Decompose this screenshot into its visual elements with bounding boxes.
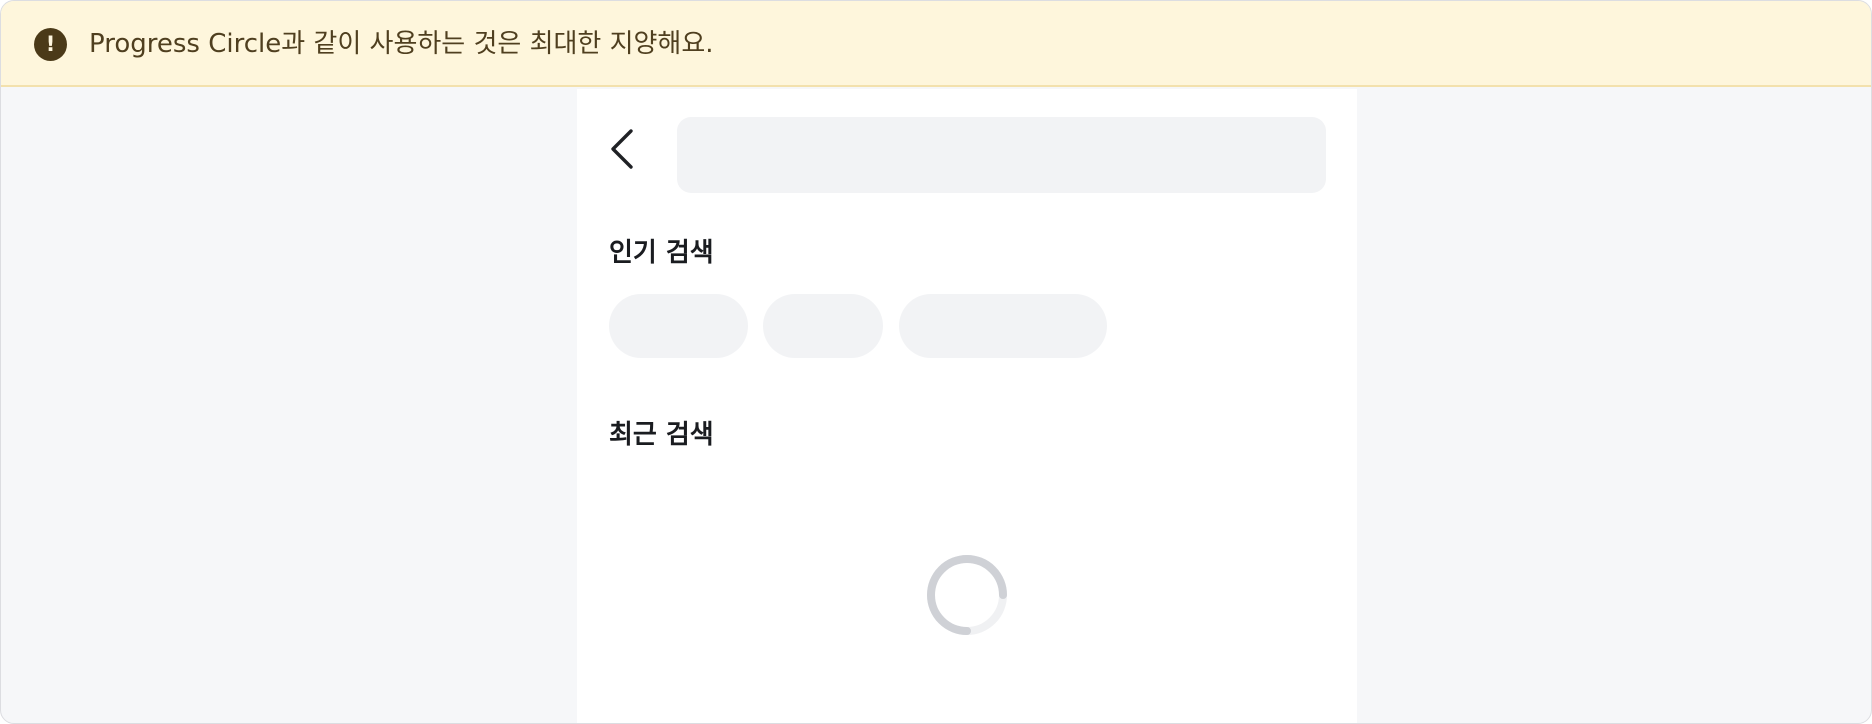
popular-search-title: 인기 검색 [609, 238, 714, 268]
progress-circle-icon [927, 555, 1007, 635]
popular-keyword-skeleton [899, 294, 1107, 358]
search-input-skeleton [677, 117, 1326, 193]
back-button[interactable] [603, 127, 647, 171]
popular-keyword-skeleton [763, 294, 883, 358]
warning-banner: ! Progress Circle과 같이 사용하는 것은 최대한 지양해요. [1, 1, 1871, 87]
popular-keyword-skeleton [609, 294, 748, 358]
banner-message: Progress Circle과 같이 사용하는 것은 최대한 지양해요. [89, 29, 714, 59]
chevron-left-icon [611, 129, 633, 169]
search-screen: 인기 검색 최근 검색 [577, 89, 1357, 723]
app-frame: ! Progress Circle과 같이 사용하는 것은 최대한 지양해요. … [0, 0, 1872, 724]
exclamation-circle-icon: ! [34, 28, 67, 61]
recent-search-title: 최근 검색 [609, 420, 714, 450]
